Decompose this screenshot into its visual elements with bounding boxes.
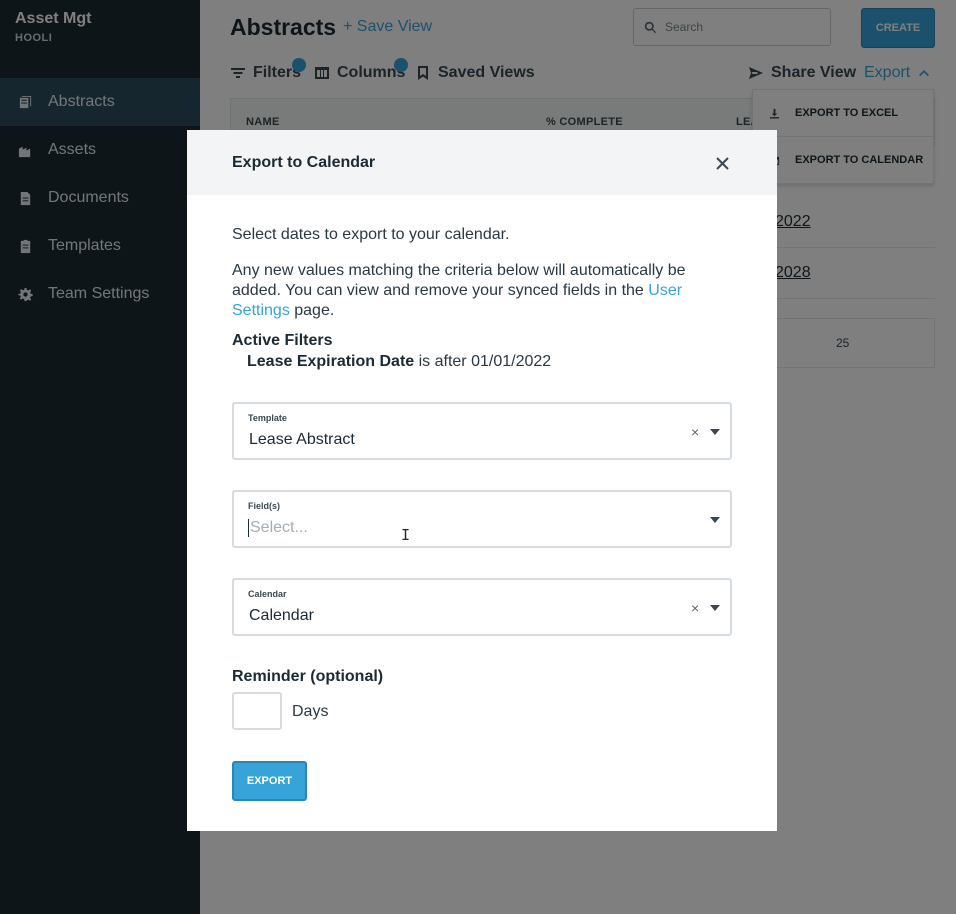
modal-header: Export to Calendar	[187, 130, 777, 195]
chevron-down-icon[interactable]	[710, 429, 720, 435]
export-button[interactable]: EXPORT	[232, 761, 307, 801]
fields-placeholder: Select...	[248, 519, 308, 537]
modal-title: Export to Calendar	[232, 154, 376, 171]
active-filter: Lease Expiration Date is after 01/01/202…	[247, 353, 551, 371]
reminder-label: Reminder (optional)	[232, 668, 384, 685]
reminder-days-input[interactable]	[232, 692, 282, 730]
fields-label: Field(s)	[248, 501, 281, 511]
filter-field: Lease Expiration Date	[247, 353, 415, 370]
clear-template-icon[interactable]: ×	[691, 424, 699, 440]
clear-calendar-icon[interactable]: ×	[691, 600, 699, 616]
modal-intro: Select dates to export to your calendar.	[232, 226, 510, 243]
template-select[interactable]: Template Lease Abstract ×	[232, 402, 732, 460]
days-label: Days	[292, 703, 329, 720]
calendar-value: Calendar	[249, 607, 314, 624]
desc-text: Any new values matching the criteria bel…	[232, 262, 686, 299]
filter-condition: is after 01/01/2022	[414, 353, 552, 370]
desc-text-end: page.	[289, 302, 335, 319]
template-label: Template	[248, 413, 287, 423]
calendar-label: Calendar	[248, 589, 287, 599]
text-cursor-icon: I	[401, 526, 411, 544]
chevron-down-icon[interactable]	[710, 517, 720, 523]
close-icon[interactable]	[714, 155, 730, 171]
export-calendar-modal: Export to Calendar Select dates to expor…	[187, 130, 777, 831]
chevron-down-icon[interactable]	[710, 605, 720, 611]
fields-select[interactable]: Field(s) Select...	[232, 490, 732, 548]
template-value: Lease Abstract	[249, 431, 355, 448]
calendar-select[interactable]: Calendar Calendar ×	[232, 578, 732, 636]
modal-description: Any new values matching the criteria bel…	[232, 261, 732, 321]
active-filters-title: Active Filters	[232, 332, 333, 349]
